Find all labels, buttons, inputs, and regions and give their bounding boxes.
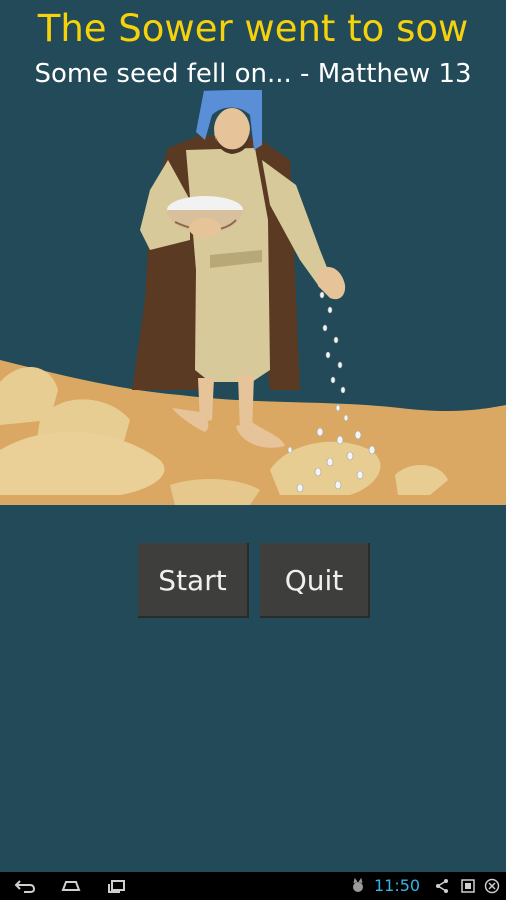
- close-circle-icon: [484, 878, 500, 898]
- quit-button[interactable]: Quit: [260, 543, 370, 618]
- sower-illustration: [0, 90, 506, 505]
- system-nav-bar: 11:50: [0, 872, 506, 900]
- home-icon[interactable]: [60, 878, 82, 898]
- app-subtitle: Some seed fell on... - Matthew 13: [34, 59, 472, 89]
- cat-status-icon: [350, 877, 366, 898]
- start-button[interactable]: Start: [138, 543, 249, 618]
- app-title: The Sower went to sow: [37, 7, 469, 50]
- recent-apps-icon[interactable]: [106, 878, 128, 898]
- back-icon[interactable]: [14, 878, 36, 898]
- status-clock: 11:50: [374, 876, 421, 895]
- share-icon: [434, 878, 450, 898]
- screenshot-icon: [460, 878, 476, 898]
